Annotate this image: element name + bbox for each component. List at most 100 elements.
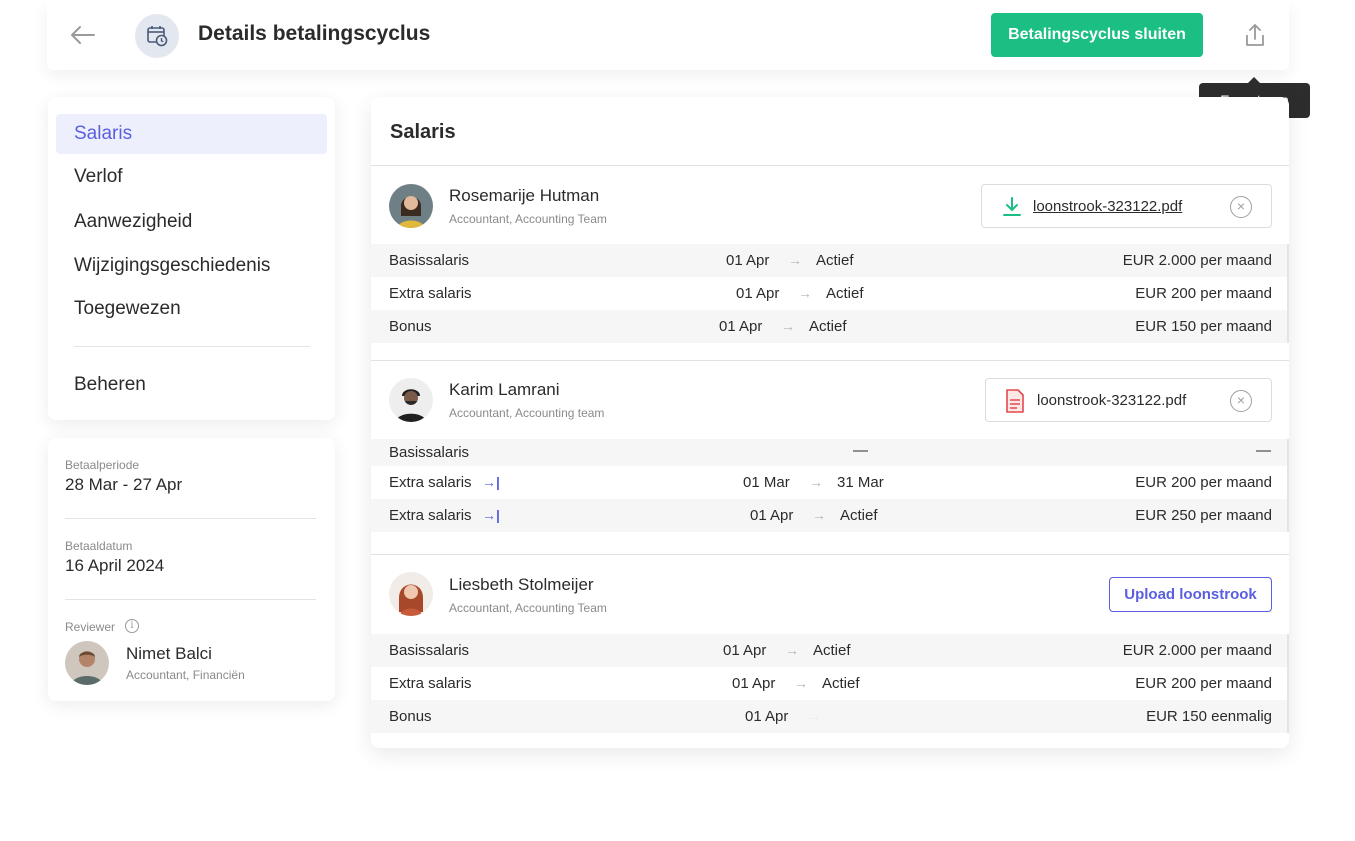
payslip-file[interactable]: loonstrook-323122.pdf × [981,184,1272,228]
arrow-icon: → [794,675,808,691]
row-to: Actief [813,642,851,659]
file-name[interactable]: loonstrook-323122.pdf [1037,392,1186,409]
employee-role: Accountant, Accounting Team [449,212,607,226]
row-from: 01 Apr [726,252,770,269]
close-payment-cycle-button[interactable]: Betalingscyclus sluiten [991,13,1203,57]
row-to: Actief [826,285,864,302]
avatar [65,641,109,685]
row-from: 01 Apr [723,642,767,659]
row-edge [1287,700,1289,733]
row-edge [1287,439,1289,466]
row-edge [1287,277,1289,310]
employee-name: Liesbeth Stolmeijer [449,575,594,594]
reviewer-name: Nimet Balci [126,644,212,663]
start-marker-icon: →| [482,507,500,523]
table-row: Bonus 01 Apr → Actief EUR 150 per maand [371,310,1289,343]
pay-date-label: Betaaldatum [65,539,133,553]
sidebar-item-aanwezigheid[interactable]: Aanwezigheid [56,202,327,242]
pay-date-value: 16 April 2024 [65,556,165,575]
remove-circle-icon[interactable]: × [1230,390,1252,412]
table-row: Extra salaris →| 01 Mar → 31 Mar EUR 200… [371,466,1289,499]
info-icon[interactable]: i [125,619,139,633]
row-edge [1287,244,1289,277]
arrow-icon: → [798,285,812,301]
row-from: 01 Mar [743,474,790,491]
employee-name: Karim Lamrani [449,380,560,399]
sidebar-item-toegewezen[interactable]: Toegewezen [56,289,327,329]
panel-divider [371,360,1289,361]
arrow-icon: → [781,318,795,334]
row-label: Bonus [389,708,432,725]
sidebar-item-wijzigingsgeschiedenis[interactable]: Wijzigingsgeschiedenis [56,246,327,286]
row-amount: EUR 250 per maand [1135,507,1272,524]
row-edge [1287,466,1289,499]
payslip-file[interactable]: loonstrook-323122.pdf × [985,378,1272,422]
row-amount: EUR 200 per maand [1135,285,1272,302]
row-from: 01 Apr [732,675,776,692]
row-dash: — [853,442,868,459]
pay-period-value: 28 Mar - 27 Apr [65,475,183,494]
row-to: Actief [809,318,847,335]
panel-divider [371,165,1289,166]
table-row: Basissalaris 01 Apr → Actief EUR 2.000 p… [371,634,1289,667]
row-amount: EUR 200 per maand [1135,675,1272,692]
row-from: 01 Apr [736,285,780,302]
table-row: Basissalaris — — [371,439,1289,466]
info-divider [65,599,316,600]
row-to: Actief [822,675,860,692]
row-label: Basissalaris [389,444,470,461]
arrow-icon: → [812,507,826,523]
employee-role: Accountant, Accounting team [449,406,605,420]
employee-name: Rosemarije Hutman [449,186,600,205]
page-title: Details betalingscyclus [198,22,431,45]
arrow-icon: → [785,642,799,658]
table-row: Extra salaris 01 Apr → Actief EUR 200 pe… [371,667,1289,700]
back-arrow-icon[interactable] [69,22,97,48]
calendar-clock-icon [135,14,179,58]
row-to: Actief [816,252,854,269]
file-name[interactable]: loonstrook-323122.pdf [1033,198,1182,215]
payment-info-card: Betaalperiode 28 Mar - 27 Apr Betaaldatu… [48,438,335,701]
row-from: 01 Apr [745,708,789,725]
avatar [389,572,433,616]
reviewer-label: Reviewer [65,620,116,634]
row-amount: EUR 150 eenmalig [1146,708,1272,725]
remove-circle-icon[interactable]: × [1230,196,1252,218]
nav-divider [74,346,310,347]
row-label: Basissalaris [389,642,470,659]
row-label: Basissalaris [389,252,470,269]
pdf-file-icon [1006,389,1024,413]
panel-title: Salaris [390,121,456,143]
row-amount: EUR 200 per maand [1135,474,1272,491]
info-divider [65,518,316,519]
upload-payslip-button[interactable]: Upload loonstrook [1109,577,1272,612]
avatar [389,378,433,422]
row-amount: EUR 150 per maand [1135,318,1272,335]
share-export-icon[interactable] [1243,22,1267,48]
sidebar-item-salaris[interactable]: Salaris [56,114,327,154]
panel-divider [371,554,1289,555]
row-edge [1287,667,1289,700]
top-bar: Details betalingscyclus Betalingscyclus … [47,0,1289,70]
avatar [389,184,433,228]
row-to: 31 Mar [837,474,884,491]
arrow-icon: → [809,474,823,490]
row-from: 01 Apr [719,318,763,335]
salary-panel: Salaris Rosemarije Hutman Accountant, Ac… [371,97,1289,748]
row-label: Extra salaris [389,507,472,524]
sidebar-item-verlof[interactable]: Verlof [56,157,327,197]
row-edge [1287,310,1289,343]
row-label: Extra salaris [389,285,472,302]
sidebar-item-beheren[interactable]: Beheren [56,365,327,405]
arrow-icon: → [788,252,802,268]
table-row: Basissalaris 01 Apr → Actief EUR 2.000 p… [371,244,1289,277]
row-amount: EUR 2.000 per maand [1122,252,1272,269]
sidebar-nav: Salaris Verlof Aanwezigheid Wijzigingsge… [48,97,335,420]
row-label: Extra salaris [389,675,472,692]
arrow-icon: → [807,708,821,724]
row-edge [1287,634,1289,667]
download-icon[interactable] [1001,196,1023,218]
table-row: Extra salaris →| 01 Apr → Actief EUR 250… [371,499,1289,532]
row-from: 01 Apr [750,507,794,524]
row-label: Extra salaris [389,474,472,491]
